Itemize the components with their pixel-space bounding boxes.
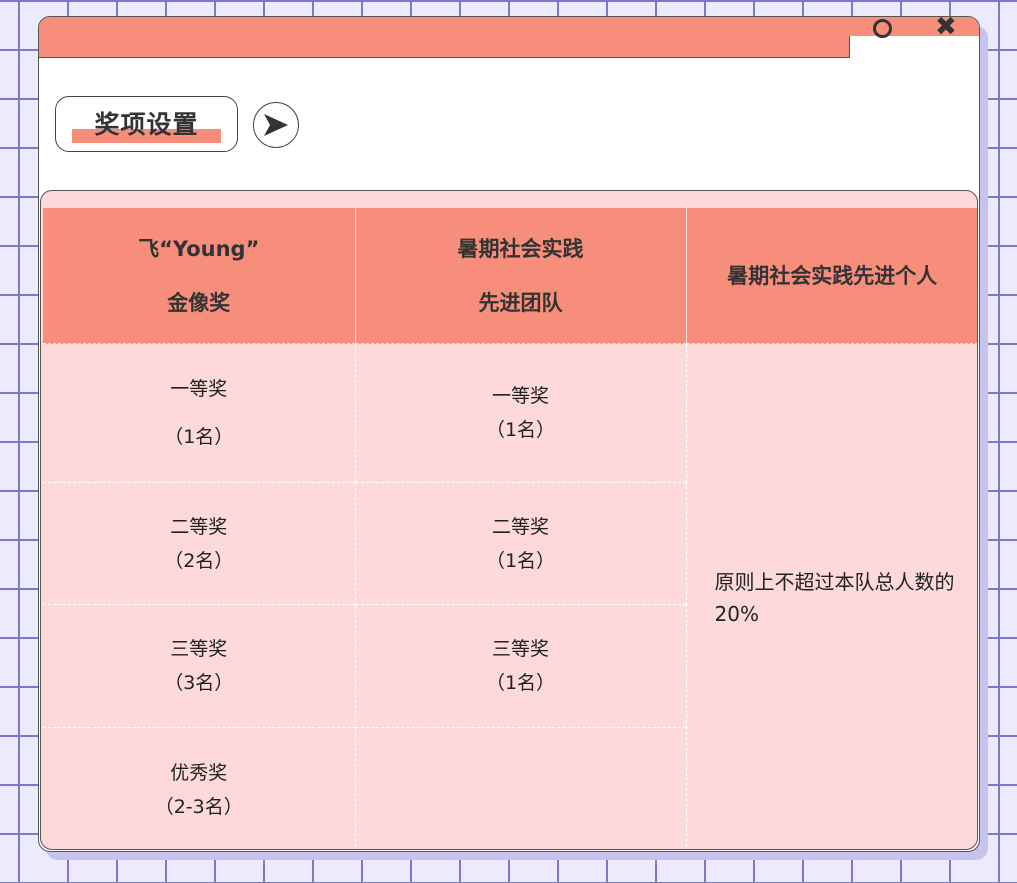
section-title-tab: 奖项设置 bbox=[55, 96, 238, 152]
section-title: 奖项设置 bbox=[94, 110, 199, 139]
empty-cell bbox=[354, 727, 686, 849]
award-name: 三等奖 bbox=[170, 638, 228, 660]
next-arrow-button[interactable] bbox=[253, 102, 299, 148]
table-cell: 一等奖 （1名） bbox=[354, 343, 686, 483]
award-count: （2-3名） bbox=[154, 795, 243, 818]
table-cell: 三等奖 （3名） bbox=[43, 604, 355, 728]
header-advanced-team: 暑期社会实践 先进团队 bbox=[354, 208, 686, 344]
header-advanced-individual: 暑期社会实践先进个人 bbox=[685, 208, 977, 344]
header-line: 飞“Young” bbox=[138, 236, 260, 261]
award-count: （3名） bbox=[164, 672, 234, 694]
individual-note-cell: 原则上不超过本队总人数的20% bbox=[685, 343, 977, 849]
award-count: （1名） bbox=[485, 672, 556, 694]
award-name: 一等奖 bbox=[491, 385, 549, 407]
title-bar bbox=[39, 17, 850, 58]
award-count: （2名） bbox=[164, 549, 234, 572]
award-name: 一等奖 bbox=[170, 378, 228, 400]
award-name: 二等奖 bbox=[491, 515, 549, 538]
table-cell: 三等奖 （1名） bbox=[354, 604, 686, 728]
table-cell: 二等奖 （1名） bbox=[354, 482, 686, 605]
awards-table: 飞“Young” 金像奖 暑期社会实践 先进团队 暑期社会实践先进个人 一等奖 bbox=[43, 208, 977, 849]
award-count: （1名） bbox=[485, 549, 556, 572]
award-name: 优秀奖 bbox=[170, 761, 228, 784]
header-line: 先进团队 bbox=[478, 290, 563, 315]
header-line: 暑期社会实践先进个人 bbox=[727, 263, 938, 288]
title-bar-controls-area bbox=[849, 17, 979, 36]
awards-table-panel: 飞“Young” 金像奖 暑期社会实践 先进团队 暑期社会实践先进个人 一等奖 bbox=[40, 190, 978, 850]
table-cell: 优秀奖 （2-3名） bbox=[43, 727, 355, 849]
award-name: 二等奖 bbox=[170, 515, 228, 538]
close-icon[interactable]: ✖ bbox=[935, 17, 957, 42]
right-arrow-icon bbox=[264, 114, 288, 136]
award-count: （1名） bbox=[164, 426, 234, 448]
award-name: 三等奖 bbox=[491, 638, 549, 660]
table-cell: 二等奖 （2名） bbox=[43, 482, 355, 605]
header-golden-award: 飞“Young” 金像奖 bbox=[43, 208, 355, 344]
award-count: （1名） bbox=[485, 419, 556, 441]
header-line: 暑期社会实践 bbox=[457, 236, 584, 261]
individual-note: 原则上不超过本队总人数的20% bbox=[714, 569, 955, 626]
header-line: 金像奖 bbox=[167, 290, 231, 315]
table-cell: 一等奖 （1名） bbox=[43, 343, 355, 483]
award-window: ✖ 奖项设置 飞“Young” 金像奖 暑期社会实践 先进团队 暑期社会实践先进… bbox=[38, 16, 980, 852]
minimize-circle-icon[interactable] bbox=[873, 19, 892, 38]
